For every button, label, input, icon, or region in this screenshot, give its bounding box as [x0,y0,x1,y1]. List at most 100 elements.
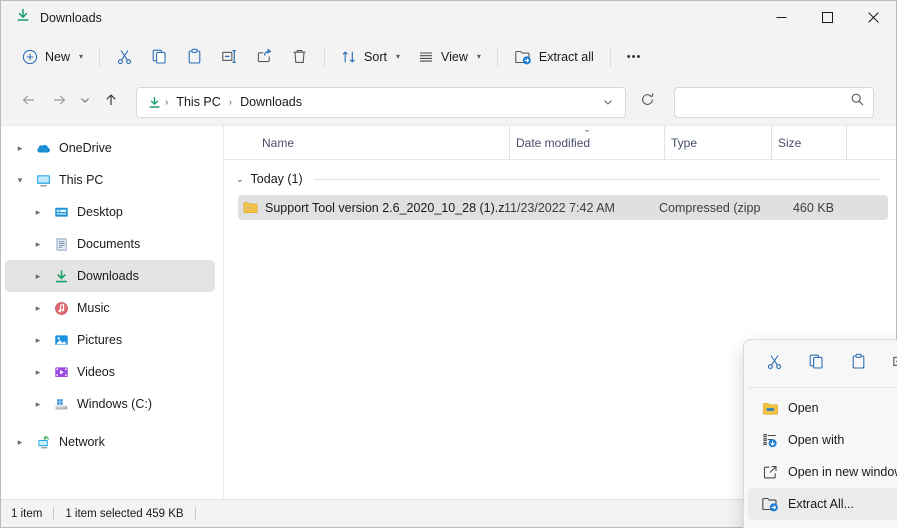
search-box[interactable] [674,86,874,118]
share-button[interactable] [247,41,282,73]
open-with-icon [757,432,783,449]
main-content: ▸ OneDrive ▾ This PC ▸ Desktop ▸ Documen… [1,123,897,528]
column-header-label: Date modified [516,135,591,150]
rename-button[interactable] [884,349,897,379]
sidebar-item-downloads[interactable]: ▸ Downloads [5,260,215,292]
chevron-right-icon[interactable]: ▸ [27,399,49,410]
chevron-right-icon[interactable]: ▸ [9,437,31,448]
context-menu[interactable]: Open Enter Open with [743,339,897,528]
paste-button[interactable] [842,349,874,379]
breadcrumb-dropdown-button[interactable] [597,87,619,117]
paste-button[interactable] [177,41,212,73]
rename-button[interactable] [212,41,247,73]
chevron-right-icon[interactable]: ▸ [27,239,49,250]
sidebar-item-windows-c[interactable]: ▸ Windows (C:) [5,388,215,420]
search-icon[interactable] [850,92,865,112]
copy-button[interactable] [142,41,177,73]
context-menu-item-pin-to-start[interactable]: Pin to Start [748,520,897,528]
column-header-size[interactable]: Size [771,125,846,160]
context-menu-item-open-in-new-window[interactable]: Open in new window [748,456,897,488]
file-type-cell: Compressed (zipp [659,200,761,215]
ellipsis-icon: ••• [626,50,642,63]
sidebar-item-label: OneDrive [59,141,112,155]
maximize-button[interactable] [804,1,850,34]
breadcrumb-separator: › [165,96,169,108]
back-button[interactable] [14,87,44,117]
sidebar-item-label: Music [77,301,110,315]
title-bar-left: Downloads [15,7,102,28]
delete-button[interactable] [282,41,317,73]
file-name-cell: Support Tool version 2.6_2020_10_28 (1).… [238,200,504,215]
column-header-extra[interactable] [846,125,896,160]
chevron-right-icon[interactable]: ▸ [9,143,31,154]
chevron-right-icon[interactable]: ▸ [27,207,49,218]
breadcrumb-item-downloads[interactable]: Downloads [235,92,307,112]
selection-status-label: 1 item selected 459 KB [65,507,184,520]
sidebar-item-label: Pictures [77,333,123,347]
refresh-button[interactable] [632,87,662,117]
recent-locations-button[interactable] [74,87,96,117]
breadcrumb-item-this-pc[interactable]: This PC [171,92,225,112]
context-menu-item-label: Open [788,401,819,415]
sidebar-item-music[interactable]: ▸ Music [5,292,215,324]
new-button[interactable]: New ▾ [13,41,92,73]
breadcrumb[interactable]: › This PC › Downloads [136,86,626,118]
copy-icon [808,353,825,375]
sidebar-item-videos[interactable]: ▸ Videos [5,356,215,388]
sidebar-item-this-pc[interactable]: ▾ This PC [5,164,215,196]
close-button[interactable] [850,1,896,34]
context-menu-item-open[interactable]: Open Enter [748,392,897,424]
status-divider [53,507,55,520]
chevron-down-icon[interactable]: ▾ [9,175,31,186]
downloads-arrow-icon [49,268,73,285]
search-input[interactable] [686,95,850,109]
view-button[interactable]: View ▾ [409,41,490,73]
window-title: Downloads [40,10,102,25]
cut-button[interactable] [758,349,790,379]
context-menu-item-extract-all[interactable]: Extract All... [748,488,897,520]
file-list-pane: Name ⌄ Date modified Type Size ⌄ Today (… [223,123,897,528]
context-menu-icon-row [748,345,897,388]
rename-icon [892,353,897,375]
table-row[interactable]: Support Tool version 2.6_2020_10_28 (1).… [238,195,888,220]
column-header-date-modified[interactable]: ⌄ Date modified [509,123,664,160]
chevron-right-icon[interactable]: ▸ [27,367,49,378]
column-header-type[interactable]: Type [664,125,771,160]
file-explorer-window: Downloads New ▾ Sort ▾ View ▾ Extract al… [0,0,897,528]
context-menu-item-label: Open in new window [788,465,897,479]
forward-button[interactable] [44,87,74,117]
sidebar-item-desktop[interactable]: ▸ Desktop [5,196,215,228]
sidebar-item-pictures[interactable]: ▸ Pictures [5,324,215,356]
toolbar-divider-2 [324,46,326,67]
navigation-pane[interactable]: ▸ OneDrive ▾ This PC ▸ Desktop ▸ Documen… [1,126,223,499]
up-button[interactable] [96,87,126,117]
sort-indicator-icon: ⌄ [583,123,591,134]
share-icon [256,48,273,65]
sidebar-item-onedrive[interactable]: ▸ OneDrive [5,132,215,164]
more-options-button[interactable]: ••• [618,41,651,73]
chevron-right-icon[interactable]: ▸ [27,303,49,314]
sidebar-item-network[interactable]: ▸ Network [5,426,215,458]
sort-button[interactable]: Sort ▾ [332,41,409,73]
context-menu-item-open-with[interactable]: Open with › [748,424,897,456]
copy-button[interactable] [800,349,832,379]
status-divider-2 [194,507,196,520]
zip-folder-icon [243,200,258,215]
column-header-name[interactable]: Name [256,126,509,160]
chevron-down-icon[interactable]: ⌄ [236,174,244,185]
chevron-right-icon[interactable]: ▸ [27,271,49,282]
sidebar-item-label: Windows (C:) [77,397,153,411]
sidebar-item-label: Downloads [77,269,139,283]
extract-all-icon [757,495,783,513]
chevron-right-icon[interactable]: ▸ [27,335,49,346]
sidebar-item-documents[interactable]: ▸ Documents [5,228,215,260]
sidebar-item-label: Network [59,435,105,449]
cut-button[interactable] [107,41,142,73]
chevron-down-icon: ▾ [476,52,481,61]
breadcrumb-separator-2: › [228,96,233,108]
minimize-button[interactable] [758,1,804,34]
group-header-today[interactable]: ⌄ Today (1) [224,168,896,190]
extract-all-button[interactable]: Extract all [505,41,603,73]
cut-icon [116,48,133,65]
back-arrow-icon [21,92,37,113]
